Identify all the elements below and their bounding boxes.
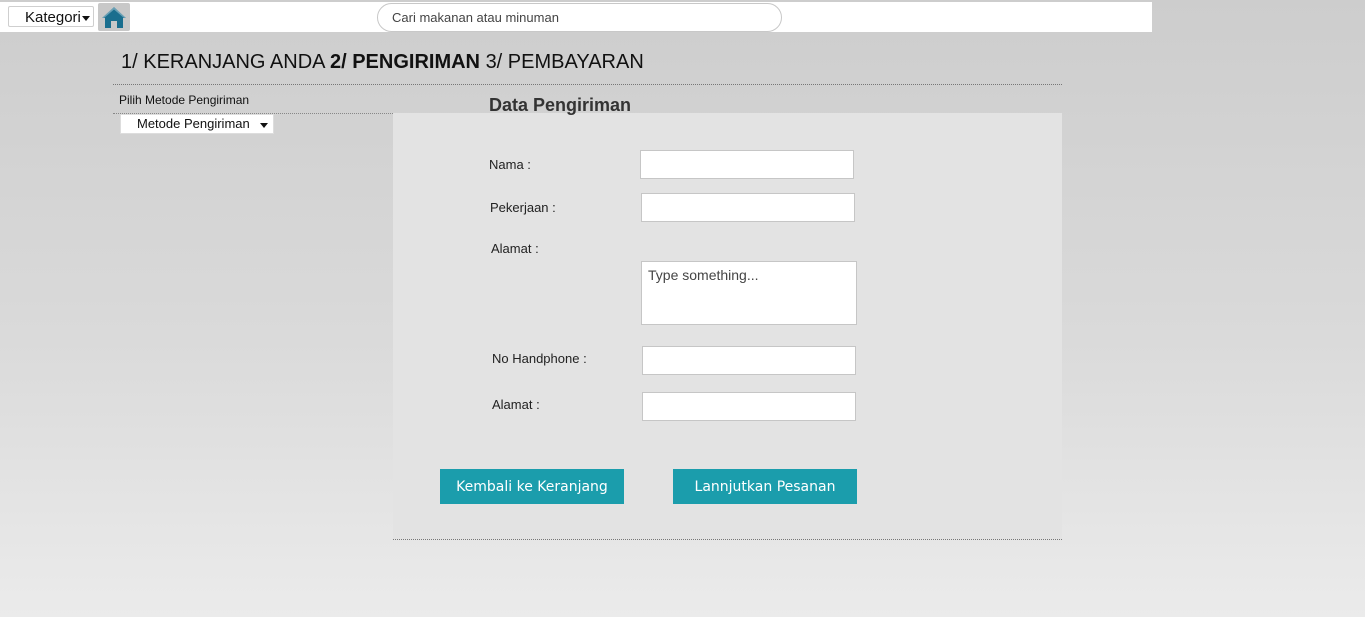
form-title: Data Pengiriman: [489, 95, 632, 115]
pekerjaan-field[interactable]: [641, 193, 855, 222]
handphone-field[interactable]: [642, 346, 856, 375]
alamat-2-field[interactable]: [642, 392, 856, 421]
search-input[interactable]: [377, 3, 782, 32]
handphone-label: No Handphone :: [492, 351, 587, 366]
alamat-2-label: Alamat :: [492, 397, 540, 412]
kategori-label: Kategori: [25, 9, 81, 26]
divider: [113, 84, 1062, 85]
alamat-label: Alamat :: [491, 241, 539, 256]
checkout-steps: 1/ KERANJANG ANDA 2/ PENGIRIMAN 3/ PEMBA…: [121, 51, 644, 74]
shipping-method-label: Pilih Metode Pengiriman: [119, 93, 250, 107]
divider: [393, 539, 1062, 540]
nama-field[interactable]: [640, 150, 854, 179]
shipping-method-value: Metode Pengiriman: [137, 116, 250, 131]
home-button[interactable]: [98, 3, 130, 31]
top-bar: Kategori: [0, 2, 1152, 32]
caret-down-icon: [81, 15, 90, 21]
pekerjaan-label: Pekerjaan :: [490, 200, 556, 215]
continue-order-button[interactable]: Lannjutkan Pesanan: [673, 469, 857, 504]
step-shipping: 2/ PENGIRIMAN: [329, 51, 480, 73]
caret-down-icon: [260, 123, 268, 128]
shipping-method-select[interactable]: Metode Pengiriman: [120, 114, 274, 134]
alamat-textarea[interactable]: [641, 261, 857, 325]
nama-label: Nama :: [489, 157, 531, 172]
home-icon: [102, 7, 126, 28]
back-to-cart-button[interactable]: Kembali ke Keranjang: [440, 469, 624, 504]
kategori-dropdown[interactable]: Kategori: [8, 6, 94, 27]
step-payment: 3/ PEMBAYARAN: [485, 51, 644, 73]
step-cart: 1/ KERANJANG ANDA: [121, 51, 325, 73]
